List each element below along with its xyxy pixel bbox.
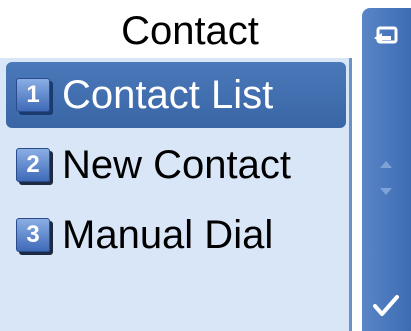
- menu-item-new-contact[interactable]: 2 New Contact: [6, 132, 346, 198]
- scroll-arrows-icon[interactable]: [377, 156, 395, 200]
- back-button[interactable]: [368, 22, 402, 52]
- menu-item-label: New Contact: [62, 143, 291, 187]
- menu-item-label: Manual Dial: [62, 213, 274, 257]
- menu-item-label: Contact List: [62, 73, 274, 117]
- menu-item-contact-list[interactable]: 1 Contact List: [6, 62, 346, 128]
- page-title: Contact: [121, 9, 259, 53]
- number-badge: 2: [16, 148, 50, 182]
- softkey-bar: [362, 8, 411, 331]
- back-icon: [374, 26, 398, 44]
- menu-panel: 1 Contact List 2 New Contact 3 Manual Di…: [0, 58, 352, 331]
- confirm-button[interactable]: [368, 291, 404, 321]
- menu-item-manual-dial[interactable]: 3 Manual Dial: [6, 202, 346, 268]
- number-badge: 3: [16, 218, 50, 252]
- checkmark-icon: [373, 295, 399, 316]
- number-badge: 1: [16, 78, 50, 112]
